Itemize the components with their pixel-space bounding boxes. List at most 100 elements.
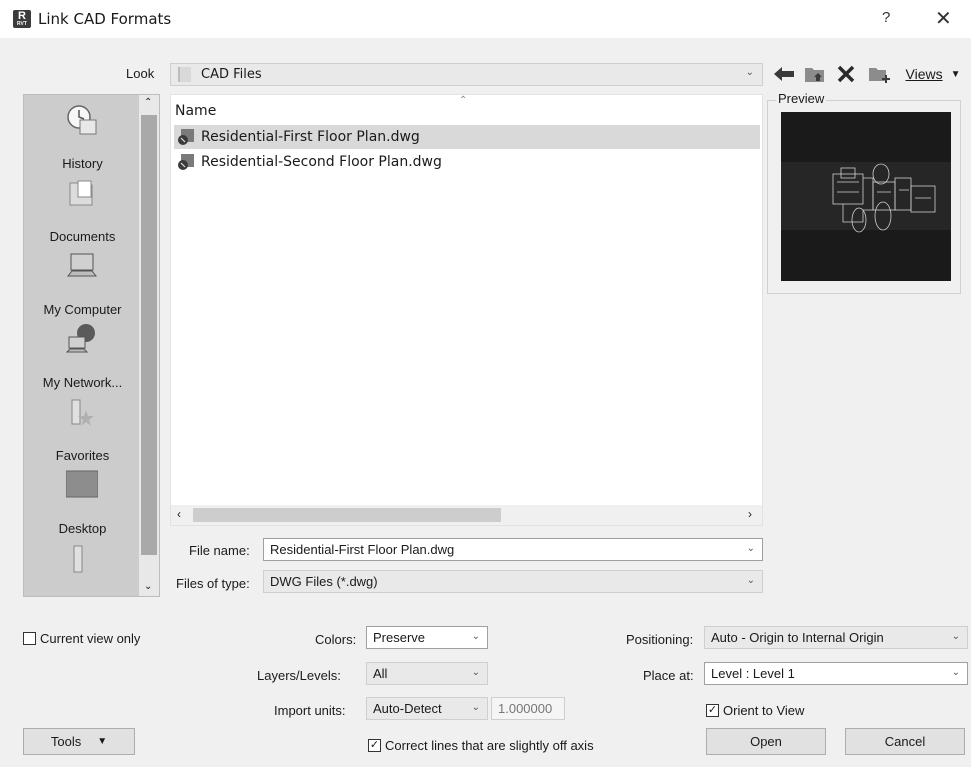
cancel-label: Cancel bbox=[884, 734, 926, 749]
layers-levels-label: Layers/Levels: bbox=[257, 668, 341, 683]
place-label: Desktop bbox=[58, 521, 107, 536]
look-label: Look bbox=[126, 66, 155, 81]
back-arrow-icon[interactable] bbox=[772, 63, 796, 85]
file-name: Residential-First Floor Plan.dwg bbox=[201, 129, 420, 145]
folder-icon bbox=[73, 545, 83, 573]
place-favorites[interactable]: Favorites bbox=[24, 390, 141, 463]
scroll-down-icon[interactable]: ⌄ bbox=[144, 581, 152, 592]
delete-icon[interactable] bbox=[834, 63, 858, 85]
checkbox-box[interactable]: ✓ bbox=[706, 704, 719, 717]
title-bar: R RVT Link CAD Formats ? ✕ bbox=[0, 0, 971, 38]
file-list: ⌃ Name Residential-First Floor Plan.dwg … bbox=[170, 94, 763, 526]
file-name-value: Residential-First Floor Plan.dwg bbox=[270, 542, 455, 557]
checkbox-label: Orient to View bbox=[723, 703, 805, 718]
positioning-value: Auto - Origin to Internal Origin bbox=[711, 630, 884, 645]
dwg-file-icon bbox=[178, 129, 194, 145]
chevron-down-icon[interactable]: ⌄ bbox=[952, 631, 960, 642]
dropdown-triangle-icon: ▼ bbox=[97, 736, 108, 747]
positioning-label: Positioning: bbox=[626, 632, 694, 647]
colors-label: Colors: bbox=[315, 632, 357, 647]
horizontal-scrollbar[interactable]: ‹ › bbox=[171, 505, 762, 525]
chevron-down-icon[interactable]: ⌄ bbox=[472, 702, 480, 713]
scroll-thumb[interactable] bbox=[141, 115, 157, 555]
place-desktop[interactable]: Desktop bbox=[24, 463, 141, 536]
scale-factor-value: 1.000000 bbox=[498, 701, 553, 716]
folder-icon bbox=[178, 67, 191, 82]
colors-value: Preserve bbox=[373, 630, 426, 645]
look-in-value: CAD Files bbox=[201, 67, 262, 82]
place-label: History bbox=[62, 156, 103, 171]
network-icon bbox=[66, 324, 95, 353]
up-folder-icon[interactable] bbox=[802, 63, 828, 85]
link-cad-formats-dialog: R RVT Link CAD Formats ? ✕ Look CAD Files… bbox=[0, 0, 971, 767]
chevron-down-icon[interactable]: ⌄ bbox=[952, 667, 960, 678]
files-of-type-combo[interactable]: DWG Files (*.dwg) ⌄ bbox=[263, 570, 763, 593]
place-label: Documents bbox=[49, 229, 116, 244]
colors-combo[interactable]: Preserve ⌄ bbox=[366, 626, 488, 649]
desktop-icon bbox=[66, 470, 98, 498]
place-at-value: Level : Level 1 bbox=[711, 666, 795, 681]
scale-factor-field: 1.000000 bbox=[491, 697, 565, 720]
checkbox-box[interactable]: ✓ bbox=[368, 739, 381, 752]
chevron-down-icon[interactable]: ⌄ bbox=[747, 543, 755, 554]
place-my-network[interactable]: My Network... bbox=[24, 317, 141, 390]
scroll-left-icon[interactable]: ‹ bbox=[177, 507, 181, 521]
current-view-only-checkbox[interactable]: Current view only bbox=[23, 631, 140, 646]
places-bar: History Documents My Computer My Network… bbox=[23, 94, 160, 597]
views-label: Views bbox=[905, 66, 943, 82]
favorites-icon bbox=[71, 399, 94, 426]
floor-plan-thumbnail bbox=[781, 162, 951, 233]
scroll-thumb[interactable] bbox=[193, 508, 501, 522]
place-documents[interactable]: Documents bbox=[24, 171, 141, 244]
scroll-up-icon[interactable]: ⌃ bbox=[144, 97, 152, 108]
file-row[interactable]: Residential-First Floor Plan.dwg bbox=[174, 125, 760, 149]
file-name-combo[interactable]: Residential-First Floor Plan.dwg ⌄ bbox=[263, 538, 763, 561]
preview-image bbox=[781, 112, 951, 281]
file-name-label: File name: bbox=[189, 543, 250, 558]
column-header-name[interactable]: Name bbox=[175, 103, 216, 119]
tools-label: Tools bbox=[50, 734, 82, 749]
layers-levels-value: All bbox=[373, 666, 388, 681]
orient-to-view-checkbox[interactable]: ✓ Orient to View bbox=[706, 703, 804, 718]
scroll-right-icon[interactable]: › bbox=[748, 507, 752, 521]
chevron-down-icon: ⌄ bbox=[745, 67, 754, 78]
chevron-down-icon[interactable]: ⌄ bbox=[472, 667, 480, 678]
place-history[interactable]: History bbox=[24, 98, 141, 171]
chevron-down-icon[interactable]: ⌄ bbox=[747, 575, 755, 586]
dwg-file-icon bbox=[178, 154, 194, 170]
views-menu-button[interactable]: Views ▼ bbox=[903, 63, 963, 85]
chevron-down-icon[interactable]: ⌄ bbox=[472, 631, 480, 642]
checkbox-box[interactable] bbox=[23, 632, 36, 645]
tools-button[interactable]: Tools ▼ bbox=[23, 728, 135, 755]
place-more[interactable] bbox=[24, 536, 141, 596]
look-in-combo[interactable]: CAD Files ⌄ bbox=[170, 63, 763, 86]
file-name: Residential-Second Floor Plan.dwg bbox=[201, 154, 442, 170]
place-my-computer[interactable]: My Computer bbox=[24, 244, 141, 317]
history-icon bbox=[67, 105, 97, 135]
place-label: My Network... bbox=[42, 375, 123, 390]
close-button[interactable]: ✕ bbox=[935, 6, 952, 31]
layers-levels-combo[interactable]: All ⌄ bbox=[366, 662, 488, 685]
computer-icon bbox=[66, 253, 98, 277]
checkbox-label: Correct lines that are slightly off axis bbox=[385, 738, 594, 753]
open-button[interactable]: Open bbox=[706, 728, 826, 755]
import-units-combo[interactable]: Auto-Detect ⌄ bbox=[366, 697, 488, 720]
cancel-button[interactable]: Cancel bbox=[845, 728, 965, 755]
help-button[interactable]: ? bbox=[882, 9, 890, 26]
import-units-label: Import units: bbox=[274, 703, 346, 718]
new-folder-icon[interactable] bbox=[866, 63, 892, 85]
documents-icon bbox=[69, 180, 93, 206]
places-scrollbar[interactable]: ⌃ ⌄ bbox=[139, 95, 159, 596]
place-label: My Computer bbox=[43, 302, 122, 317]
import-units-value: Auto-Detect bbox=[373, 701, 442, 716]
checkbox-label: Current view only bbox=[40, 631, 141, 646]
revit-app-icon: R RVT bbox=[13, 10, 31, 28]
file-row[interactable]: Residential-Second Floor Plan.dwg bbox=[174, 150, 760, 174]
dialog-title: Link CAD Formats bbox=[38, 10, 172, 28]
files-of-type-value: DWG Files (*.dwg) bbox=[270, 574, 378, 589]
positioning-combo[interactable]: Auto - Origin to Internal Origin ⌄ bbox=[704, 626, 968, 649]
place-at-label: Place at: bbox=[643, 668, 694, 683]
dropdown-triangle-icon: ▼ bbox=[950, 68, 961, 80]
correct-lines-checkbox[interactable]: ✓ Correct lines that are slightly off ax… bbox=[368, 738, 594, 753]
place-at-combo[interactable]: Level : Level 1 ⌄ bbox=[704, 662, 968, 685]
